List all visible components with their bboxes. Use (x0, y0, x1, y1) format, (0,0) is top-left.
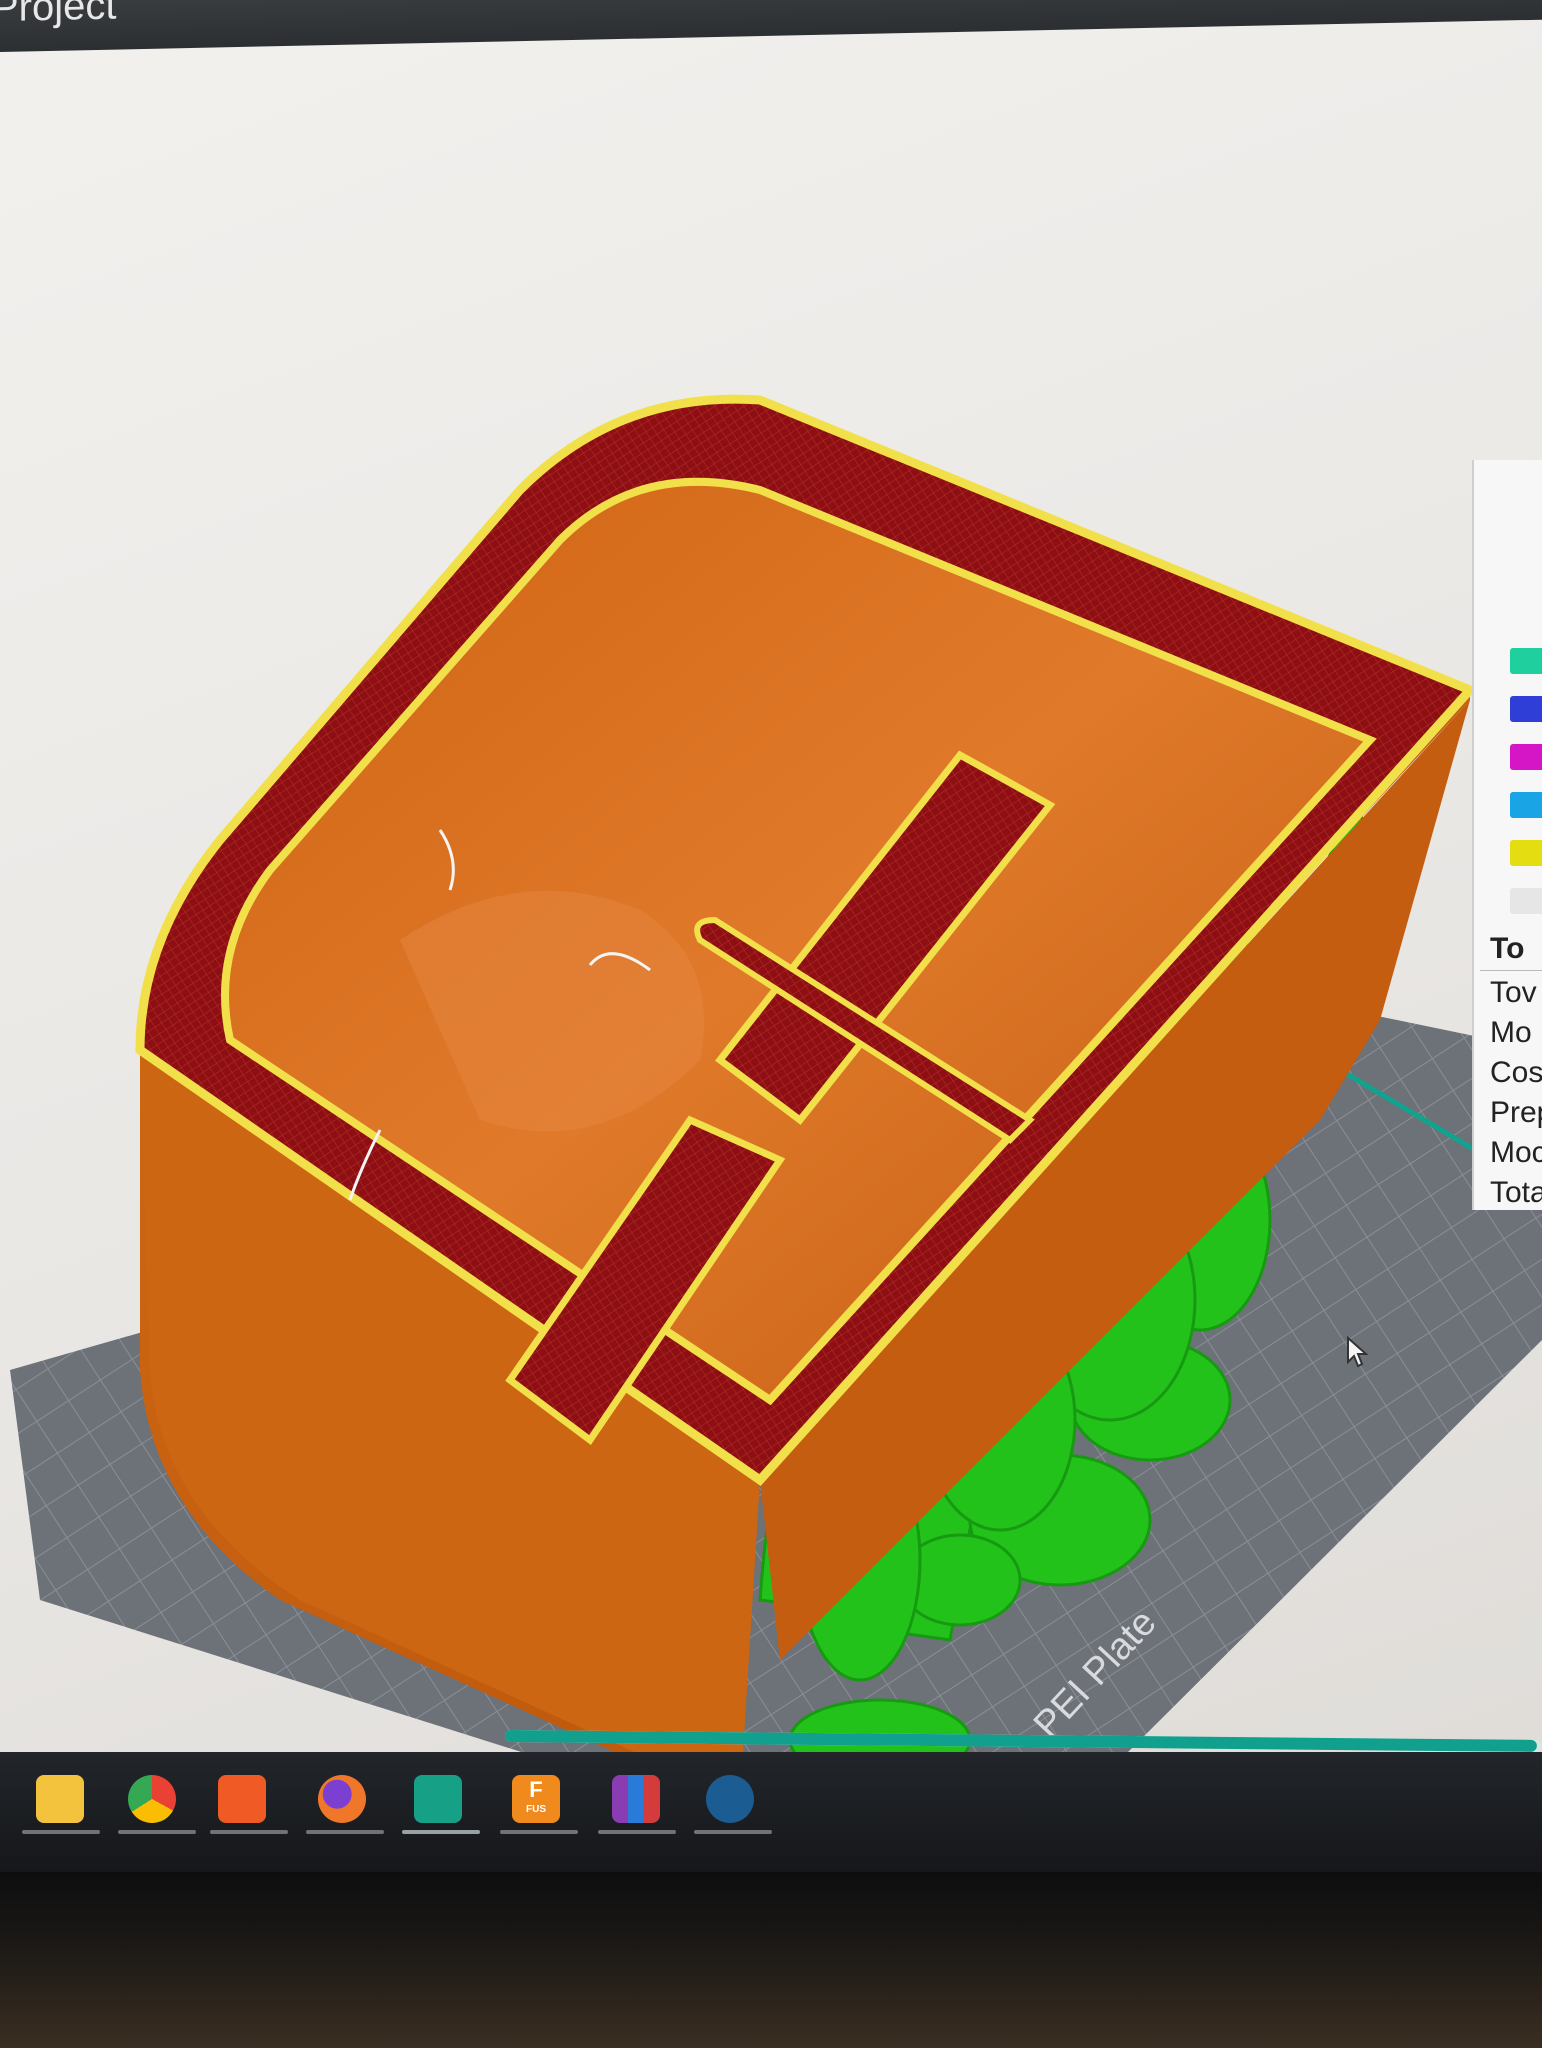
file-explorer-icon[interactable] (36, 1775, 84, 1823)
taskbar-underline-brave (210, 1830, 288, 1834)
legend-white-swatch (1510, 888, 1542, 914)
steam-icon[interactable] (706, 1775, 754, 1823)
legend-row-total-time: Tota (1490, 1176, 1542, 1209)
window-title: Project (0, 0, 117, 31)
brave-icon[interactable] (218, 1775, 266, 1823)
legend-cyan-swatch (1510, 792, 1542, 818)
legend-blue-swatch (1510, 696, 1542, 722)
taskbar-underline-explorer (22, 1830, 100, 1834)
sliced-model-render: PEI Plate (10, 394, 1542, 1780)
fusion-icon-sublabel: FUS (526, 1804, 546, 1815)
firefox-icon[interactable] (318, 1775, 366, 1823)
taskbar-underline-steam (694, 1830, 772, 1834)
legend-heading: To (1490, 932, 1525, 965)
taskbar-underline-chrome (118, 1830, 196, 1834)
taskbar-underline-fusion (500, 1830, 578, 1834)
monitor-bezel (0, 1872, 1542, 2048)
legend-divider (1480, 970, 1542, 971)
legend-magenta-swatch (1510, 744, 1542, 770)
legend-yellow-swatch (1510, 840, 1542, 866)
slicer-app-icon[interactable] (414, 1775, 462, 1823)
legend-row-prepare: Prep (1490, 1096, 1542, 1129)
taskbar-underline-firefox (306, 1830, 384, 1834)
legend-row-model-time: Moc (1490, 1136, 1542, 1169)
chrome-icon[interactable] (128, 1775, 176, 1823)
taskbar-underline-slicer (402, 1830, 480, 1834)
fusion-icon-label: F (529, 1777, 543, 1802)
legend-teal-swatch (1510, 648, 1542, 674)
mouse-cursor-icon (1347, 1336, 1369, 1368)
fusion-icon[interactable]: F FUS (512, 1775, 560, 1823)
legend-row-model: Mo (1490, 1016, 1532, 1049)
legend-row-cost: Cos (1490, 1056, 1542, 1089)
winrar-icon[interactable] (612, 1775, 660, 1823)
legend-row-total: Tov (1490, 976, 1537, 1009)
taskbar-underline-winrar (598, 1830, 676, 1834)
3d-preview-viewport[interactable]: PEI Plate (0, 40, 1542, 1780)
monitor-screen: Project PEI Plate To Tov Mo Cos Pre Moc … (0, 0, 1542, 1885)
